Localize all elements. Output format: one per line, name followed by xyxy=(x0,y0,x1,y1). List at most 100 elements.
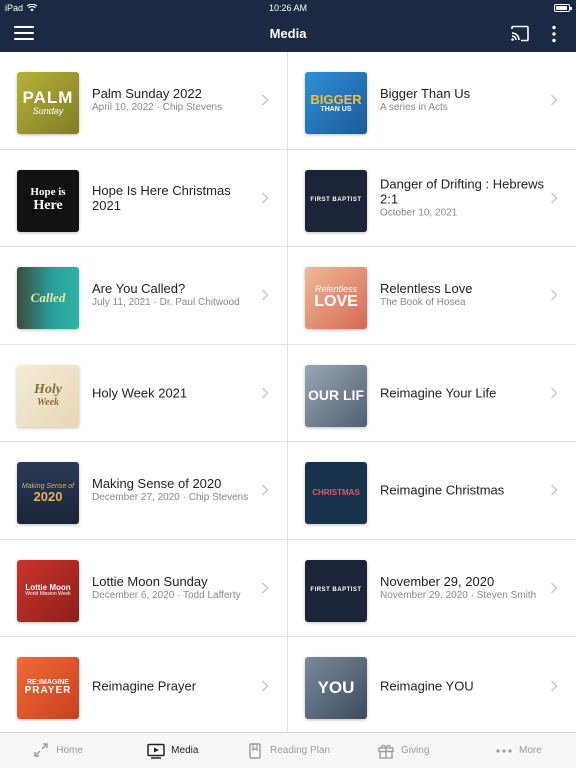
thumbnail-subtitle: Week xyxy=(36,396,60,408)
media-title: Reimagine Prayer xyxy=(92,678,197,694)
media-title: Are You Called? xyxy=(92,281,186,297)
book-icon xyxy=(249,742,261,759)
media-subtitle: November 29, 2020 · Steven Smith xyxy=(380,589,537,601)
media-subtitle: December 6, 2020 · Todd Lafferty xyxy=(92,589,241,601)
status-bar: iPad 10:26 AM xyxy=(0,0,576,16)
media-thumbnail: BIGGER THAN US xyxy=(305,72,367,134)
media-subtitle: A series in Acts xyxy=(380,102,448,114)
media-title: Bigger Than Us xyxy=(380,86,471,102)
media-thumbnail: RE:IMAGINE PRAYER xyxy=(17,657,79,719)
thumbnail-title: Called xyxy=(30,290,66,306)
chevron-right-icon xyxy=(551,387,558,399)
media-thumbnail: OUR LIF xyxy=(305,364,367,427)
media-item[interactable]: Hope is Here Hope Is Here Christmas 2021 xyxy=(0,149,288,246)
chevron-right-icon xyxy=(262,387,269,399)
tab-reading-plan[interactable]: Reading Plan xyxy=(230,733,345,768)
tab-giving[interactable]: Giving xyxy=(346,733,461,768)
media-item[interactable]: PALM Sunday Palm Sunday 2022 April 10, 2… xyxy=(0,52,288,149)
chevron-right-icon xyxy=(262,484,269,496)
tab-home[interactable]: Home xyxy=(0,733,115,768)
thumbnail-title: CHRISTMAS xyxy=(312,487,360,497)
thumbnail-title: BIGGER xyxy=(310,91,362,107)
media-thumbnail: Making Sense of 2020 xyxy=(17,462,79,524)
home-icon xyxy=(34,742,48,757)
media-thumbnail: Called xyxy=(17,267,79,329)
tab-label: Reading Plan xyxy=(269,745,331,756)
gift-icon xyxy=(378,744,394,759)
cast-icon[interactable] xyxy=(510,25,530,43)
chevron-right-icon xyxy=(551,582,558,594)
media-row: Called Are You Called? July 11, 2021 · D… xyxy=(0,247,576,345)
media-subtitle: The Book of Hosea xyxy=(380,297,466,309)
media-row: Making Sense of 2020 Making Sense of 202… xyxy=(0,442,576,540)
navigation-bar: Media xyxy=(0,16,576,52)
thumbnail-title: OUR LIF xyxy=(308,387,364,404)
media-item[interactable]: Called Are You Called? July 11, 2021 · D… xyxy=(0,247,288,344)
thumbnail-subtitle: World Mission Week xyxy=(25,591,71,598)
thumbnail-title: 2020 xyxy=(33,488,63,504)
media-thumbnail: CHRISTMAS xyxy=(305,462,367,524)
media-item[interactable]: Holy Week Holy Week 2021 xyxy=(0,344,288,441)
media-row: RE:IMAGINE PRAYER Reimagine Prayer YOU R… xyxy=(0,637,576,735)
media-item[interactable]: CHRISTMAS Reimagine Christmas xyxy=(288,442,576,539)
media-title: Lottie Moon Sunday xyxy=(92,573,208,589)
tab-media[interactable]: Media xyxy=(115,733,230,768)
chevron-right-icon xyxy=(262,582,269,594)
media-subtitle: July 11, 2021 · Dr. Paul Chitwood xyxy=(92,297,240,309)
tab-label: Giving xyxy=(401,745,430,756)
battery-fill xyxy=(556,6,567,10)
tab-label: More xyxy=(519,745,542,756)
thumbnail-title: FIRST BAPTIST xyxy=(310,587,362,594)
media-row: PALM Sunday Palm Sunday 2022 April 10, 2… xyxy=(0,52,576,150)
media-row: Holy Week Holy Week 2021 OUR LIF Reimagi… xyxy=(0,344,576,442)
media-title: Reimagine Your Life xyxy=(380,385,497,401)
page-title: Media xyxy=(269,26,307,41)
chevron-right-icon xyxy=(262,94,269,106)
media-thumbnail: Hope is Here xyxy=(17,169,79,232)
thumbnail-subtitle: THAN US xyxy=(320,106,352,114)
media-thumbnail: PALM Sunday xyxy=(17,72,79,134)
media-subtitle: December 27, 2020 · Chip Stevens xyxy=(92,492,249,504)
media-thumbnail: Holy Week xyxy=(17,364,79,427)
thumbnail-title: LOVE xyxy=(314,293,358,311)
media-item[interactable]: YOU Reimagine YOU xyxy=(288,637,576,735)
media-subtitle: October 10, 2021 xyxy=(380,207,458,219)
media-title: Reimagine Christmas xyxy=(380,482,505,498)
media-item[interactable]: Making Sense of 2020 Making Sense of 202… xyxy=(0,442,288,539)
chevron-right-icon xyxy=(262,680,269,692)
more-dots-icon xyxy=(496,748,512,753)
media-icon xyxy=(147,743,165,759)
chevron-right-icon xyxy=(262,192,269,204)
media-item[interactable]: FIRST BAPTIST November 29, 2020 November… xyxy=(288,540,576,637)
tab-more[interactable]: More xyxy=(461,733,576,768)
thumbnail-title: PRAYER xyxy=(24,685,72,697)
media-thumbnail: Lottie Moon World Mission Week xyxy=(17,559,79,622)
battery-icon xyxy=(554,4,572,12)
media-item[interactable]: Lottie Moon World Mission Week Lottie Mo… xyxy=(0,539,288,636)
media-item[interactable]: FIRST BAPTIST Danger of Drifting : Hebre… xyxy=(288,150,576,247)
media-title: Making Sense of 2020 xyxy=(92,476,222,492)
chevron-right-icon xyxy=(551,289,558,301)
media-title: Danger of Drifting : Hebrews 2:1 xyxy=(380,176,545,207)
media-item[interactable]: BIGGER THAN US Bigger Than Us A series i… xyxy=(288,52,576,149)
media-thumbnail: FIRST BAPTIST xyxy=(305,559,367,622)
media-title: Holy Week 2021 xyxy=(92,385,188,401)
media-row: Hope is Here Hope Is Here Christmas 2021… xyxy=(0,149,576,247)
more-vertical-icon[interactable] xyxy=(550,25,558,43)
media-item[interactable]: RE:IMAGINE PRAYER Reimagine Prayer xyxy=(0,637,288,735)
chevron-right-icon xyxy=(551,484,558,496)
media-title: Hope Is Here Christmas 2021 xyxy=(92,182,231,213)
thumbnail-title: Holy xyxy=(34,381,62,397)
thumbnail-title: YOU xyxy=(317,678,355,698)
media-item[interactable]: Relentless LOVE Relentless Love The Book… xyxy=(288,247,576,344)
media-subtitle: April 10, 2022 · Chip Stevens xyxy=(92,102,223,114)
thumbnail-title: PALM xyxy=(22,88,74,108)
tab-label: Media xyxy=(171,745,199,756)
media-title: November 29, 2020 xyxy=(380,573,495,589)
tab-bar: Home Media Reading Plan Giving More xyxy=(0,732,576,768)
thumbnail-subtitle: Here xyxy=(33,197,63,213)
media-title: Relentless Love xyxy=(380,281,473,297)
chevron-right-icon xyxy=(551,680,558,692)
media-thumbnail: Relentless LOVE xyxy=(305,267,367,329)
media-item[interactable]: OUR LIF Reimagine Your Life xyxy=(288,345,576,442)
